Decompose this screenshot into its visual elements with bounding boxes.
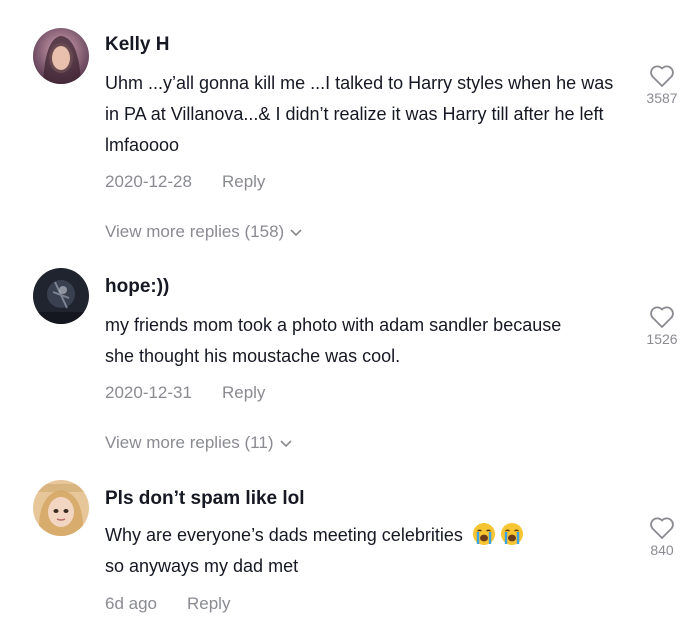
view-more-replies-button[interactable]: View more replies (158)	[105, 222, 302, 242]
like-count: 3587	[646, 90, 678, 106]
like-count: 1526	[646, 331, 678, 347]
avatar[interactable]	[33, 268, 89, 324]
comment-meta: 2020-12-28 Reply	[105, 172, 265, 192]
loudly-crying-face-emoji	[472, 523, 495, 545]
comment-date: 6d ago	[105, 594, 157, 613]
reply-button[interactable]: Reply	[222, 383, 265, 402]
avatar[interactable]	[33, 28, 89, 84]
comment-text: Uhm ...y’all gonna kill me ...I talked t…	[105, 73, 614, 155]
loudly-crying-face-emoji	[500, 523, 523, 545]
view-more-replies-label: View more replies (158)	[105, 222, 285, 241]
comment-username[interactable]: hope:))	[105, 276, 169, 298]
heart-icon	[650, 306, 674, 328]
view-more-replies-button[interactable]: View more replies (11)	[105, 433, 292, 453]
comment-meta: 6d ago Reply	[105, 594, 230, 614]
comment-meta: 2020-12-31 Reply	[105, 383, 265, 403]
like-count: 840	[650, 542, 674, 558]
reply-button[interactable]: Reply	[187, 594, 230, 613]
comment-text-line2: so anyways my dad met	[105, 556, 299, 576]
heart-icon	[650, 65, 674, 87]
comment-username[interactable]: Kelly H	[105, 34, 169, 56]
comment-text: my friends mom took a photo with adam sa…	[105, 315, 562, 366]
chevron-down-icon	[279, 439, 292, 447]
comment-text: Why are everyone’s dads meeting celebrit…	[105, 520, 625, 582]
comment-text-line1: Why are everyone’s dads meeting celebrit…	[105, 525, 463, 545]
avatar[interactable]	[33, 480, 89, 536]
comment-date: 2020-12-31	[105, 383, 192, 402]
comment-text-line: Why are everyone’s dads meeting celebrit…	[105, 520, 625, 551]
view-more-replies-label: View more replies (11)	[105, 433, 274, 452]
chevron-down-icon	[290, 228, 302, 236]
heart-icon	[650, 517, 674, 539]
reply-button[interactable]: Reply	[222, 172, 265, 191]
like-button[interactable]: 3587	[632, 64, 692, 106]
like-button[interactable]: 1526	[632, 305, 692, 347]
comment-username[interactable]: Pls don’t spam like lol	[105, 488, 305, 510]
comment-date: 2020-12-28	[105, 172, 192, 191]
like-button[interactable]: 840	[632, 516, 692, 558]
